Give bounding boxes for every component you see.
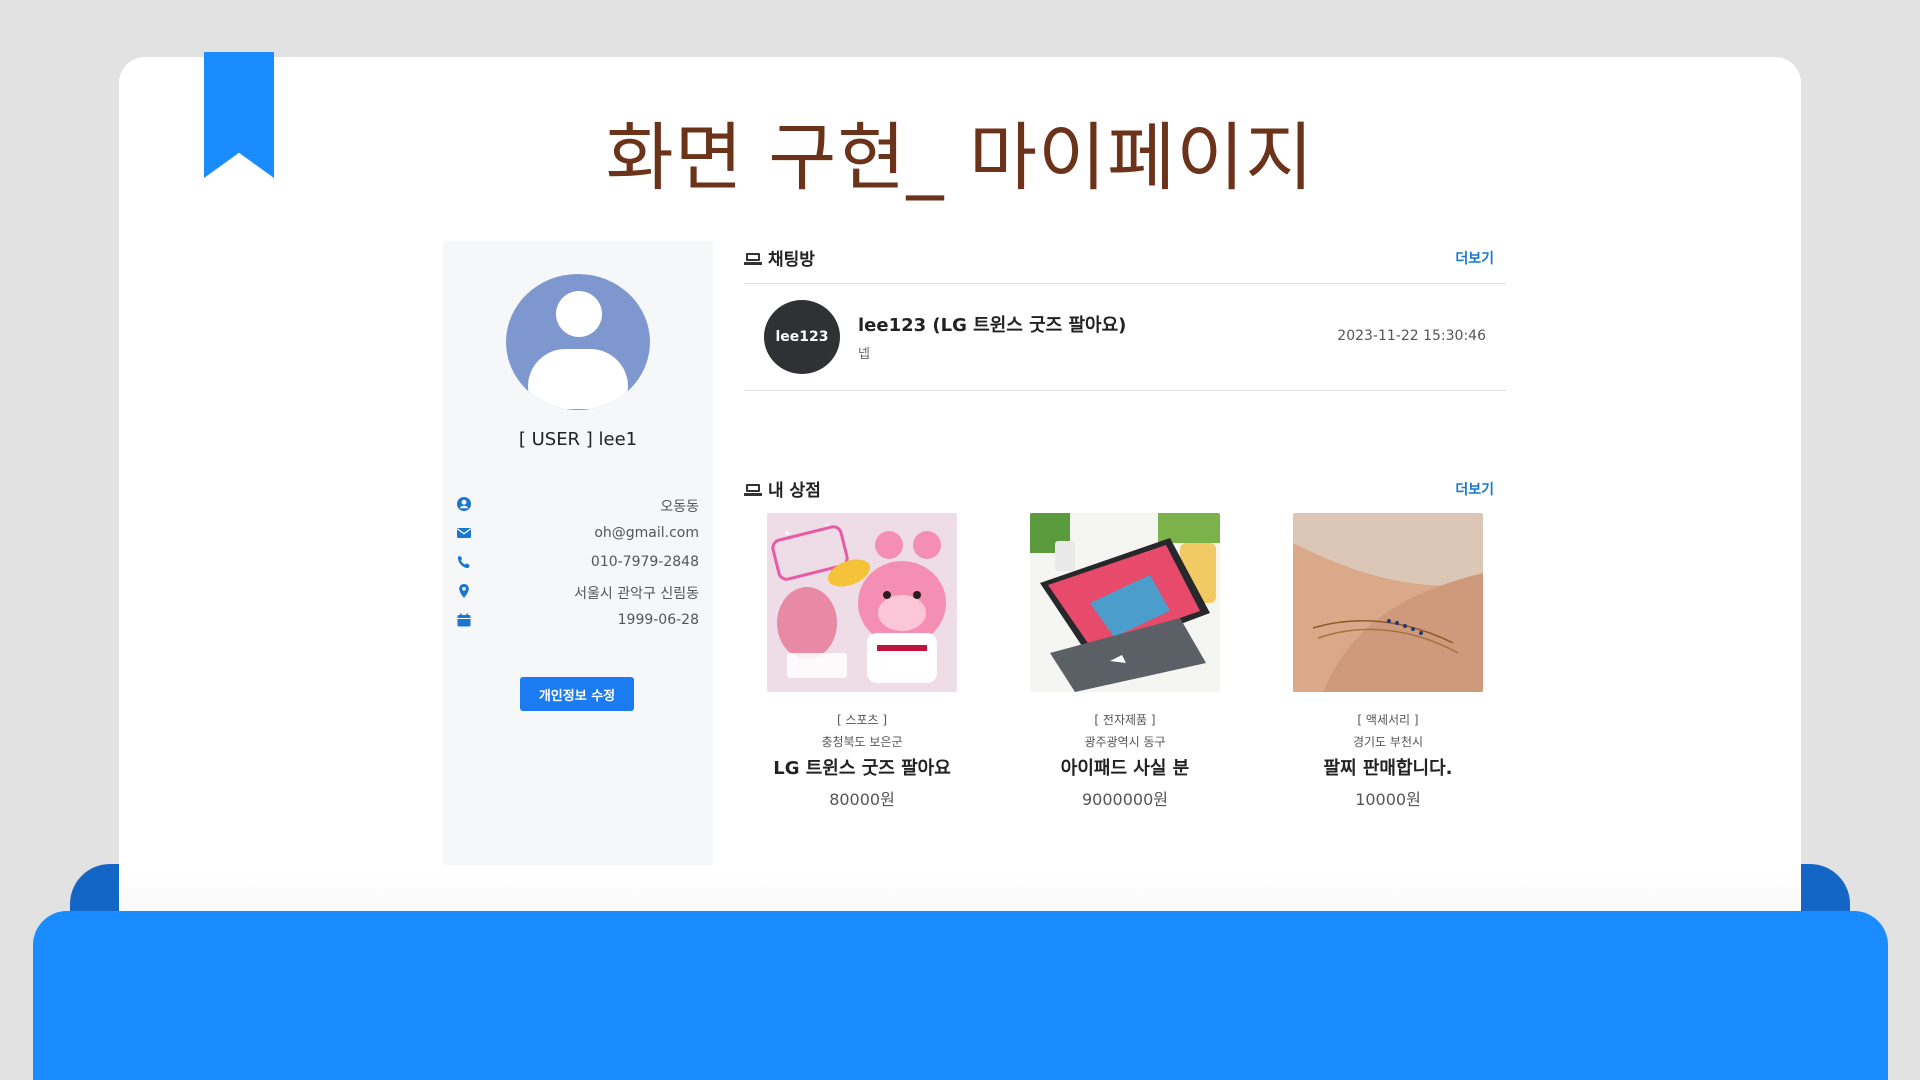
product-category: [ 스포츠 ] <box>836 713 888 727</box>
envelope-icon <box>457 528 471 538</box>
product-card[interactable]: [ 전자제품 ] 광주광역시 동구 아이패드 사실 분 9000000원 <box>1030 513 1220 813</box>
shop-section-title: 내 상점 <box>768 481 821 501</box>
profile-address-row: 서울시 관악구 신림동 <box>457 580 699 602</box>
slide-title: 화면 구현_ 마이페이지 <box>605 115 1315 201</box>
product-image <box>767 513 957 692</box>
phone-icon <box>457 555 470 569</box>
profile-phone-row: 010-7979-2848 <box>457 551 699 573</box>
product-name: 아이패드 사실 분 <box>1060 758 1190 779</box>
product-price: 80000원 <box>829 790 895 809</box>
chat-room-icon <box>744 253 762 265</box>
profile-birthdate: 1999-06-28 <box>617 612 699 628</box>
product-location: 경기도 부천시 <box>1352 735 1424 749</box>
profile-name-row: 오동동 <box>457 493 699 515</box>
product-card[interactable]: [ 액세서리 ] 경기도 부천시 팔찌 판매합니다. 10000원 <box>1293 513 1483 813</box>
profile-username: [ USER ] lee1 <box>518 429 638 450</box>
chat-timestamp: 2023-11-22 15:30:46 <box>1337 328 1486 344</box>
product-category: [ 전자제품 ] <box>1094 713 1156 727</box>
avatar-icon <box>506 274 650 410</box>
shop-more-link[interactable]: 더보기 <box>1455 479 1494 499</box>
chat-room-title: lee123 (LG 트윈스 굿즈 팔아요) <box>858 315 1127 336</box>
product-name: 팔찌 판매합니다. <box>1323 758 1453 779</box>
chat-more-link[interactable]: 더보기 <box>1455 248 1494 268</box>
product-location: 광주광역시 동구 <box>1084 735 1166 749</box>
profile-address: 서울시 관악구 신림동 <box>574 586 699 602</box>
profile-sidebar: [ USER ] lee1 오동동 oh@gmail.com 010-7979-… <box>443 241 713 865</box>
chat-section-header: 채팅방 더보기 <box>744 241 1506 271</box>
profile-email-row: oh@gmail.com <box>457 522 699 544</box>
folder-front-tab <box>33 911 1888 1080</box>
profile-birthdate-row: 1999-06-28 <box>457 609 699 631</box>
product-card[interactable]: [ 스포츠 ] 충청북도 보은군 LG 트윈스 굿즈 팔아요 80000원 <box>767 513 957 813</box>
edit-profile-button[interactable]: 개인정보 수정 <box>520 677 634 711</box>
shop-section-header: 내 상점 더보기 <box>744 472 1506 502</box>
chat-room-item[interactable]: lee123 lee123 (LG 트윈스 굿즈 팔아요) 넵 2023-11-… <box>744 283 1506 390</box>
profile-name: 오동동 <box>660 499 699 515</box>
profile-email: oh@gmail.com <box>594 525 699 541</box>
chat-avatar: lee123 <box>764 300 840 374</box>
map-pin-icon <box>459 584 469 598</box>
product-image <box>1030 513 1220 692</box>
chat-last-message: 넵 <box>858 347 870 362</box>
product-price: 10000원 <box>1355 790 1421 809</box>
user-circle-icon <box>457 497 471 511</box>
product-price: 9000000원 <box>1082 790 1168 809</box>
product-name: LG 트윈스 굿즈 팔아요 <box>773 758 951 779</box>
divider <box>744 390 1506 391</box>
shop-icon <box>744 484 762 496</box>
product-location: 충청북도 보은군 <box>821 735 903 749</box>
product-category: [ 액세서리 ] <box>1357 713 1419 727</box>
calendar-icon <box>457 613 471 627</box>
profile-phone: 010-7979-2848 <box>590 554 699 570</box>
product-image <box>1293 513 1483 692</box>
chat-section-title: 채팅방 <box>768 250 815 270</box>
